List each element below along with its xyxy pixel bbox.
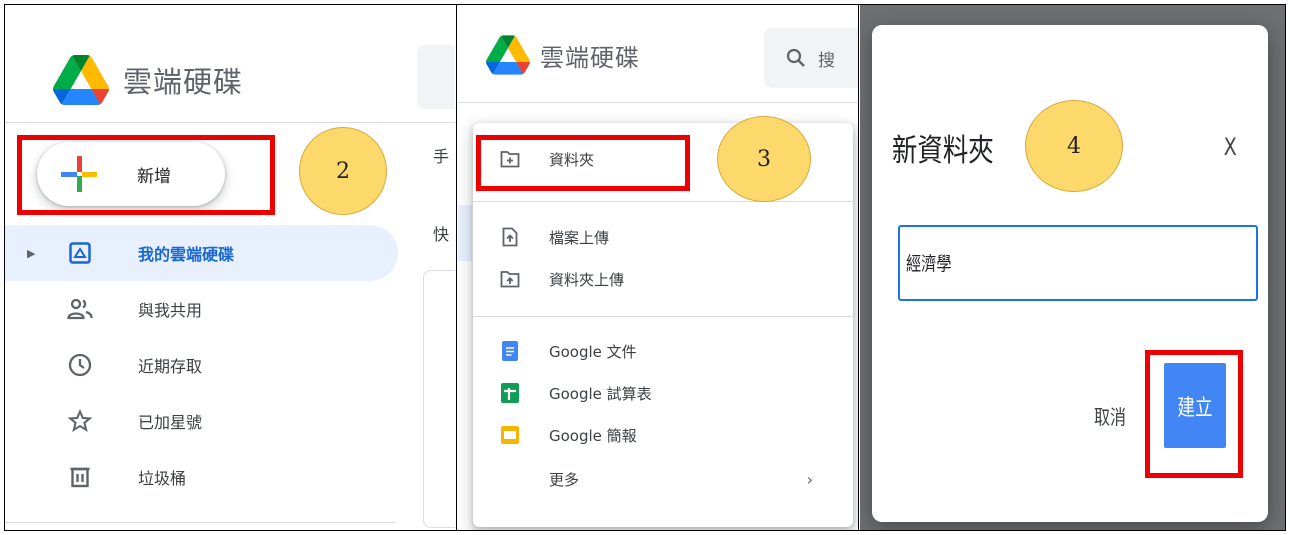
menu-item-google-docs[interactable]: Google 文件 [473,331,853,371]
search-bar-partial[interactable] [417,45,455,109]
shared-users-icon [67,296,93,322]
step-marker-4: 4 [1025,100,1123,192]
search-bar[interactable]: 搜 [764,28,858,88]
cancel-button[interactable]: 取消 [1094,401,1126,430]
menu-item-file-upload[interactable]: 檔案上傳 [473,217,853,257]
panel-drive-sidebar: 雲端硬碟 新增 2 手 快 ▶ 我的雲端硬碟 與我共用 近期存取 已加星號 垃圾… [5,5,455,530]
truncated-heading: 手 [433,147,450,166]
header-divider [5,122,455,123]
trash-icon [67,464,93,490]
star-icon [67,408,93,434]
menu-item-label: Google 簡報 [549,426,637,445]
app-title: 雲端硬碟 [540,43,640,72]
step-marker-3: 3 [717,116,811,202]
menu-item-more[interactable]: 更多 › [473,459,853,499]
folder-upload-icon [499,268,521,290]
menu-item-google-slides[interactable]: Google 簡報 [473,415,853,455]
step-marker-2: 2 [299,127,387,215]
panel-divider [858,4,859,531]
search-icon[interactable] [786,48,806,68]
app-title: 雲端硬碟 [123,65,244,99]
sidebar-item-shared[interactable]: 與我共用 [5,281,455,337]
sidebar-item-label: 我的雲端硬碟 [138,245,235,264]
drive-logo-row[interactable]: 雲端硬碟 [53,55,243,105]
sidebar-divider [5,522,395,523]
highlight-box-folder [476,135,690,191]
google-drive-logo-icon [53,55,109,105]
clock-icon [67,352,93,378]
chevron-right-icon: › [806,469,813,489]
sidebar-item-starred[interactable]: 已加星號 [5,393,455,449]
menu-divider [473,201,853,202]
my-drive-icon [67,240,93,266]
highlight-box-create [1145,350,1243,478]
menu-item-label: 檔案上傳 [549,228,610,247]
menu-item-label: Google 試算表 [549,384,652,403]
menu-item-label: 更多 [549,470,580,489]
sidebar-item-label: 垃圾桶 [138,469,187,488]
sidebar-item-label: 近期存取 [138,357,203,376]
sidebar-nav: ▶ 我的雲端硬碟 與我共用 近期存取 已加星號 垃圾桶 [5,225,455,505]
drive-logo-row[interactable]: 雲端硬碟 [486,35,640,75]
menu-item-google-sheets[interactable]: Google 試算表 [473,373,853,413]
sidebar-item-recent[interactable]: 近期存取 [5,337,455,393]
close-icon[interactable]: X [1223,133,1236,161]
sidebar-item-trash[interactable]: 垃圾桶 [5,449,455,505]
active-nav-partial [458,205,472,261]
google-sheets-icon [499,382,521,404]
sidebar-item-label: 已加星號 [138,413,203,432]
menu-divider [473,316,853,317]
menu-item-label: Google 文件 [549,342,637,361]
folder-name-value: 經濟學 [906,253,952,275]
google-docs-icon [499,340,521,362]
menu-item-label: 資料夾上傳 [549,270,625,289]
google-drive-logo-icon [486,35,530,75]
highlight-box-new [17,135,275,215]
panel-new-menu: 雲端硬碟 搜 資料夾 檔案上傳 資料夾上傳 Google 文件 Google 試… [458,5,858,530]
sidebar-item-my-drive[interactable]: ▶ 我的雲端硬碟 [5,225,398,281]
expand-caret-icon[interactable]: ▶ [27,247,35,260]
folder-name-input[interactable]: 經濟學 [898,225,1258,301]
dialog-title: 新資料夾 [892,133,994,169]
google-slides-icon [499,424,521,446]
file-upload-icon [499,226,521,248]
search-placeholder: 搜 [818,50,835,71]
header-divider [458,102,858,103]
menu-item-folder-upload[interactable]: 資料夾上傳 [473,259,853,299]
panel-divider [456,4,457,531]
sidebar-item-label: 與我共用 [138,301,203,320]
